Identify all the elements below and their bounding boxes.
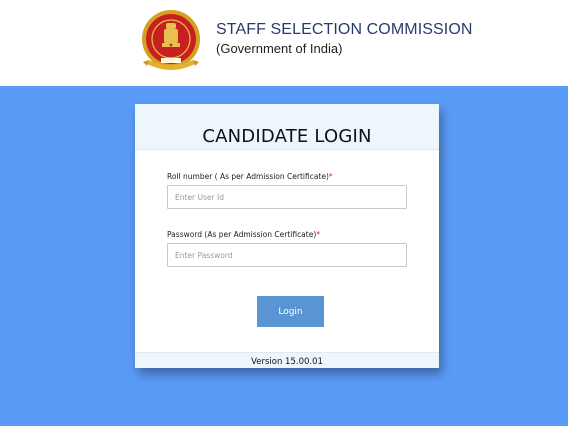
- org-subtitle: (Government of India): [216, 41, 343, 56]
- user-id-input[interactable]: [167, 185, 407, 209]
- org-title: STAFF SELECTION COMMISSION: [216, 21, 473, 38]
- password-input[interactable]: [167, 243, 407, 267]
- required-mark: *: [316, 230, 321, 239]
- page-title: CANDIDATE LOGIN: [202, 126, 372, 147]
- roll-number-label-text: Roll number ( As per Admission Certifica…: [167, 172, 329, 181]
- password-label-text: Password (As per Admission Certificate): [167, 230, 317, 239]
- version-text: Version 15.00.01: [251, 357, 323, 367]
- ssc-emblem-icon: [142, 10, 200, 70]
- login-card-header: CANDIDATE LOGIN: [135, 104, 439, 150]
- site-header: STAFF SELECTION COMMISSION (Government o…: [0, 0, 568, 86]
- roll-number-label: Roll number ( As per Admission Certifica…: [167, 172, 333, 181]
- password-label: Password (As per Admission Certificate)*: [167, 230, 320, 239]
- login-button[interactable]: Login: [257, 296, 324, 327]
- login-card: CANDIDATE LOGIN Roll number ( As per Adm…: [135, 104, 439, 368]
- required-mark: *: [328, 172, 333, 181]
- login-card-footer: Version 15.00.01: [135, 352, 439, 368]
